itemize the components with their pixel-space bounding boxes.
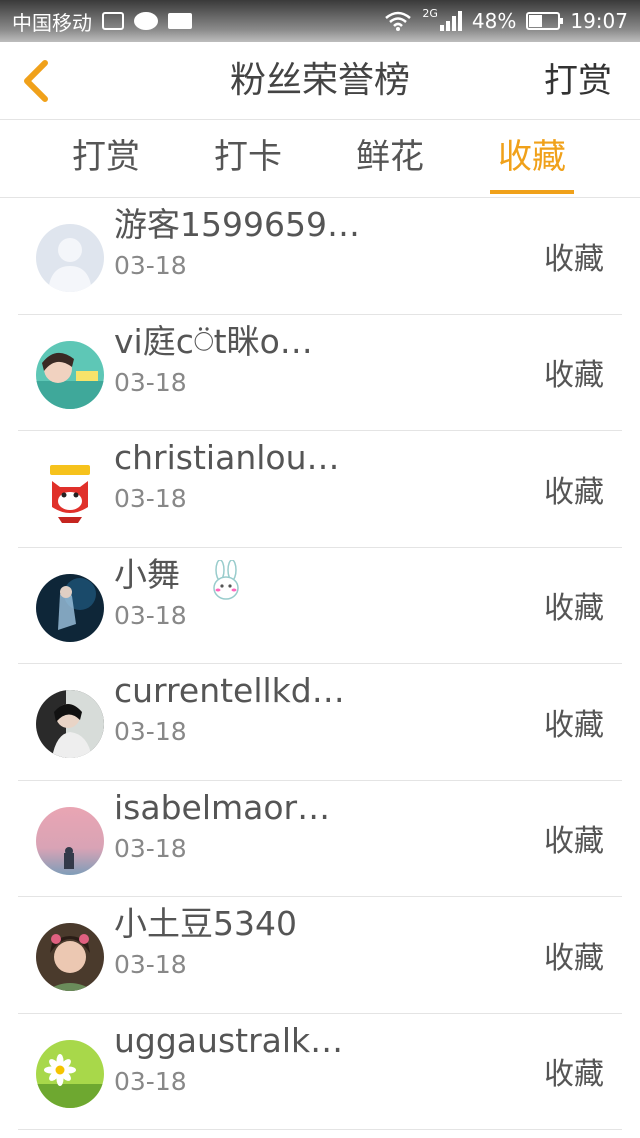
rabbit-icon: [213, 559, 239, 600]
girl-photo-avatar: [36, 690, 104, 758]
carrier-label: 中国移动: [12, 10, 92, 35]
photo-avatar: [36, 340, 104, 409]
list-item[interactable]: currentellkd… 03-18 收藏: [18, 664, 622, 781]
tab-favorites[interactable]: 收藏: [472, 120, 592, 198]
date: 03-18: [114, 950, 187, 979]
action-label: 收藏: [544, 940, 604, 976]
back-button[interactable]: [14, 58, 58, 104]
battery-percent: 48%: [471, 9, 517, 33]
image-notification-icon: [102, 12, 124, 30]
battery-fill: [529, 15, 543, 27]
default-avatar-icon: [36, 224, 104, 292]
list-item[interactable]: 小土豆5340 03-18 收藏: [18, 897, 622, 1014]
daisy-avatar: [36, 1039, 104, 1108]
tab-checkin[interactable]: 打卡: [188, 120, 308, 198]
date: 03-18: [114, 1066, 187, 1096]
action-label: 收藏: [544, 474, 604, 510]
action-label: 收藏: [544, 591, 604, 627]
status-bar-left: 中国移动: [12, 7, 192, 36]
status-bar: 中国移动 2G 48% 19:07: [0, 0, 640, 42]
action-label: 收藏: [544, 358, 604, 394]
tab-flowers[interactable]: 鲜花: [330, 120, 450, 198]
reward-button[interactable]: 打赏: [544, 42, 612, 120]
username: christianlou…: [114, 438, 340, 477]
clock: 19:07: [570, 9, 628, 33]
signal-icon: [439, 11, 462, 31]
date: 03-18: [114, 717, 187, 746]
date: 03-18: [114, 367, 187, 397]
action-label: 收藏: [544, 707, 604, 743]
portrait-avatar: [36, 923, 104, 991]
username: currentellkd…: [114, 671, 345, 710]
tab-reward[interactable]: 打赏: [46, 120, 166, 198]
list-item[interactable]: isabelmaor… 03-18 收藏: [18, 781, 622, 897]
action-label: 收藏: [544, 241, 604, 277]
chat-notification-icon: [134, 12, 158, 30]
fan-list: 游客1599659… 03-18 收藏 vi庭c⍥t眯o… 03-18 收藏 c…: [18, 198, 622, 1130]
username: 游客1599659…: [114, 205, 360, 244]
wifi-icon: [385, 11, 412, 31]
date: 03-18: [114, 600, 187, 630]
keyboard-icon: [168, 13, 192, 29]
list-item[interactable]: 游客1599659… 03-18 收藏: [18, 198, 622, 315]
list-item[interactable]: 小舞 03-18 收藏: [18, 548, 622, 664]
action-label: 收藏: [544, 824, 604, 860]
list-item[interactable]: uggaustralk… 03-18 收藏: [18, 1014, 622, 1130]
status-bar-right: 2G 48% 19:07: [384, 6, 628, 33]
chevron-left-icon: [24, 60, 48, 102]
network-type: 2G: [422, 6, 438, 20]
date: 03-18: [114, 251, 187, 280]
username: 小土豆5340: [114, 904, 297, 943]
list-item[interactable]: christianlou… 03-18 收藏: [18, 431, 622, 548]
username: 小舞: [114, 554, 180, 594]
list-item[interactable]: vi庭c⍥t眯o… 03-18 收藏: [18, 315, 622, 431]
tab-bar: 打赏 打卡 鲜花 收藏: [0, 120, 640, 198]
dark-photo-avatar: [36, 573, 104, 642]
username: vi庭c⍥t眯o…: [114, 321, 313, 361]
username: isabelmaor…: [114, 787, 331, 827]
date: 03-18: [114, 484, 187, 513]
username: uggaustralk…: [114, 1020, 344, 1060]
title-bar: 粉丝荣誉榜 打赏: [0, 42, 640, 120]
battery-icon: [526, 12, 564, 30]
fox-avatar: [36, 457, 104, 525]
sunset-avatar: [36, 806, 104, 875]
date: 03-18: [114, 833, 187, 863]
action-label: 收藏: [544, 1057, 604, 1093]
